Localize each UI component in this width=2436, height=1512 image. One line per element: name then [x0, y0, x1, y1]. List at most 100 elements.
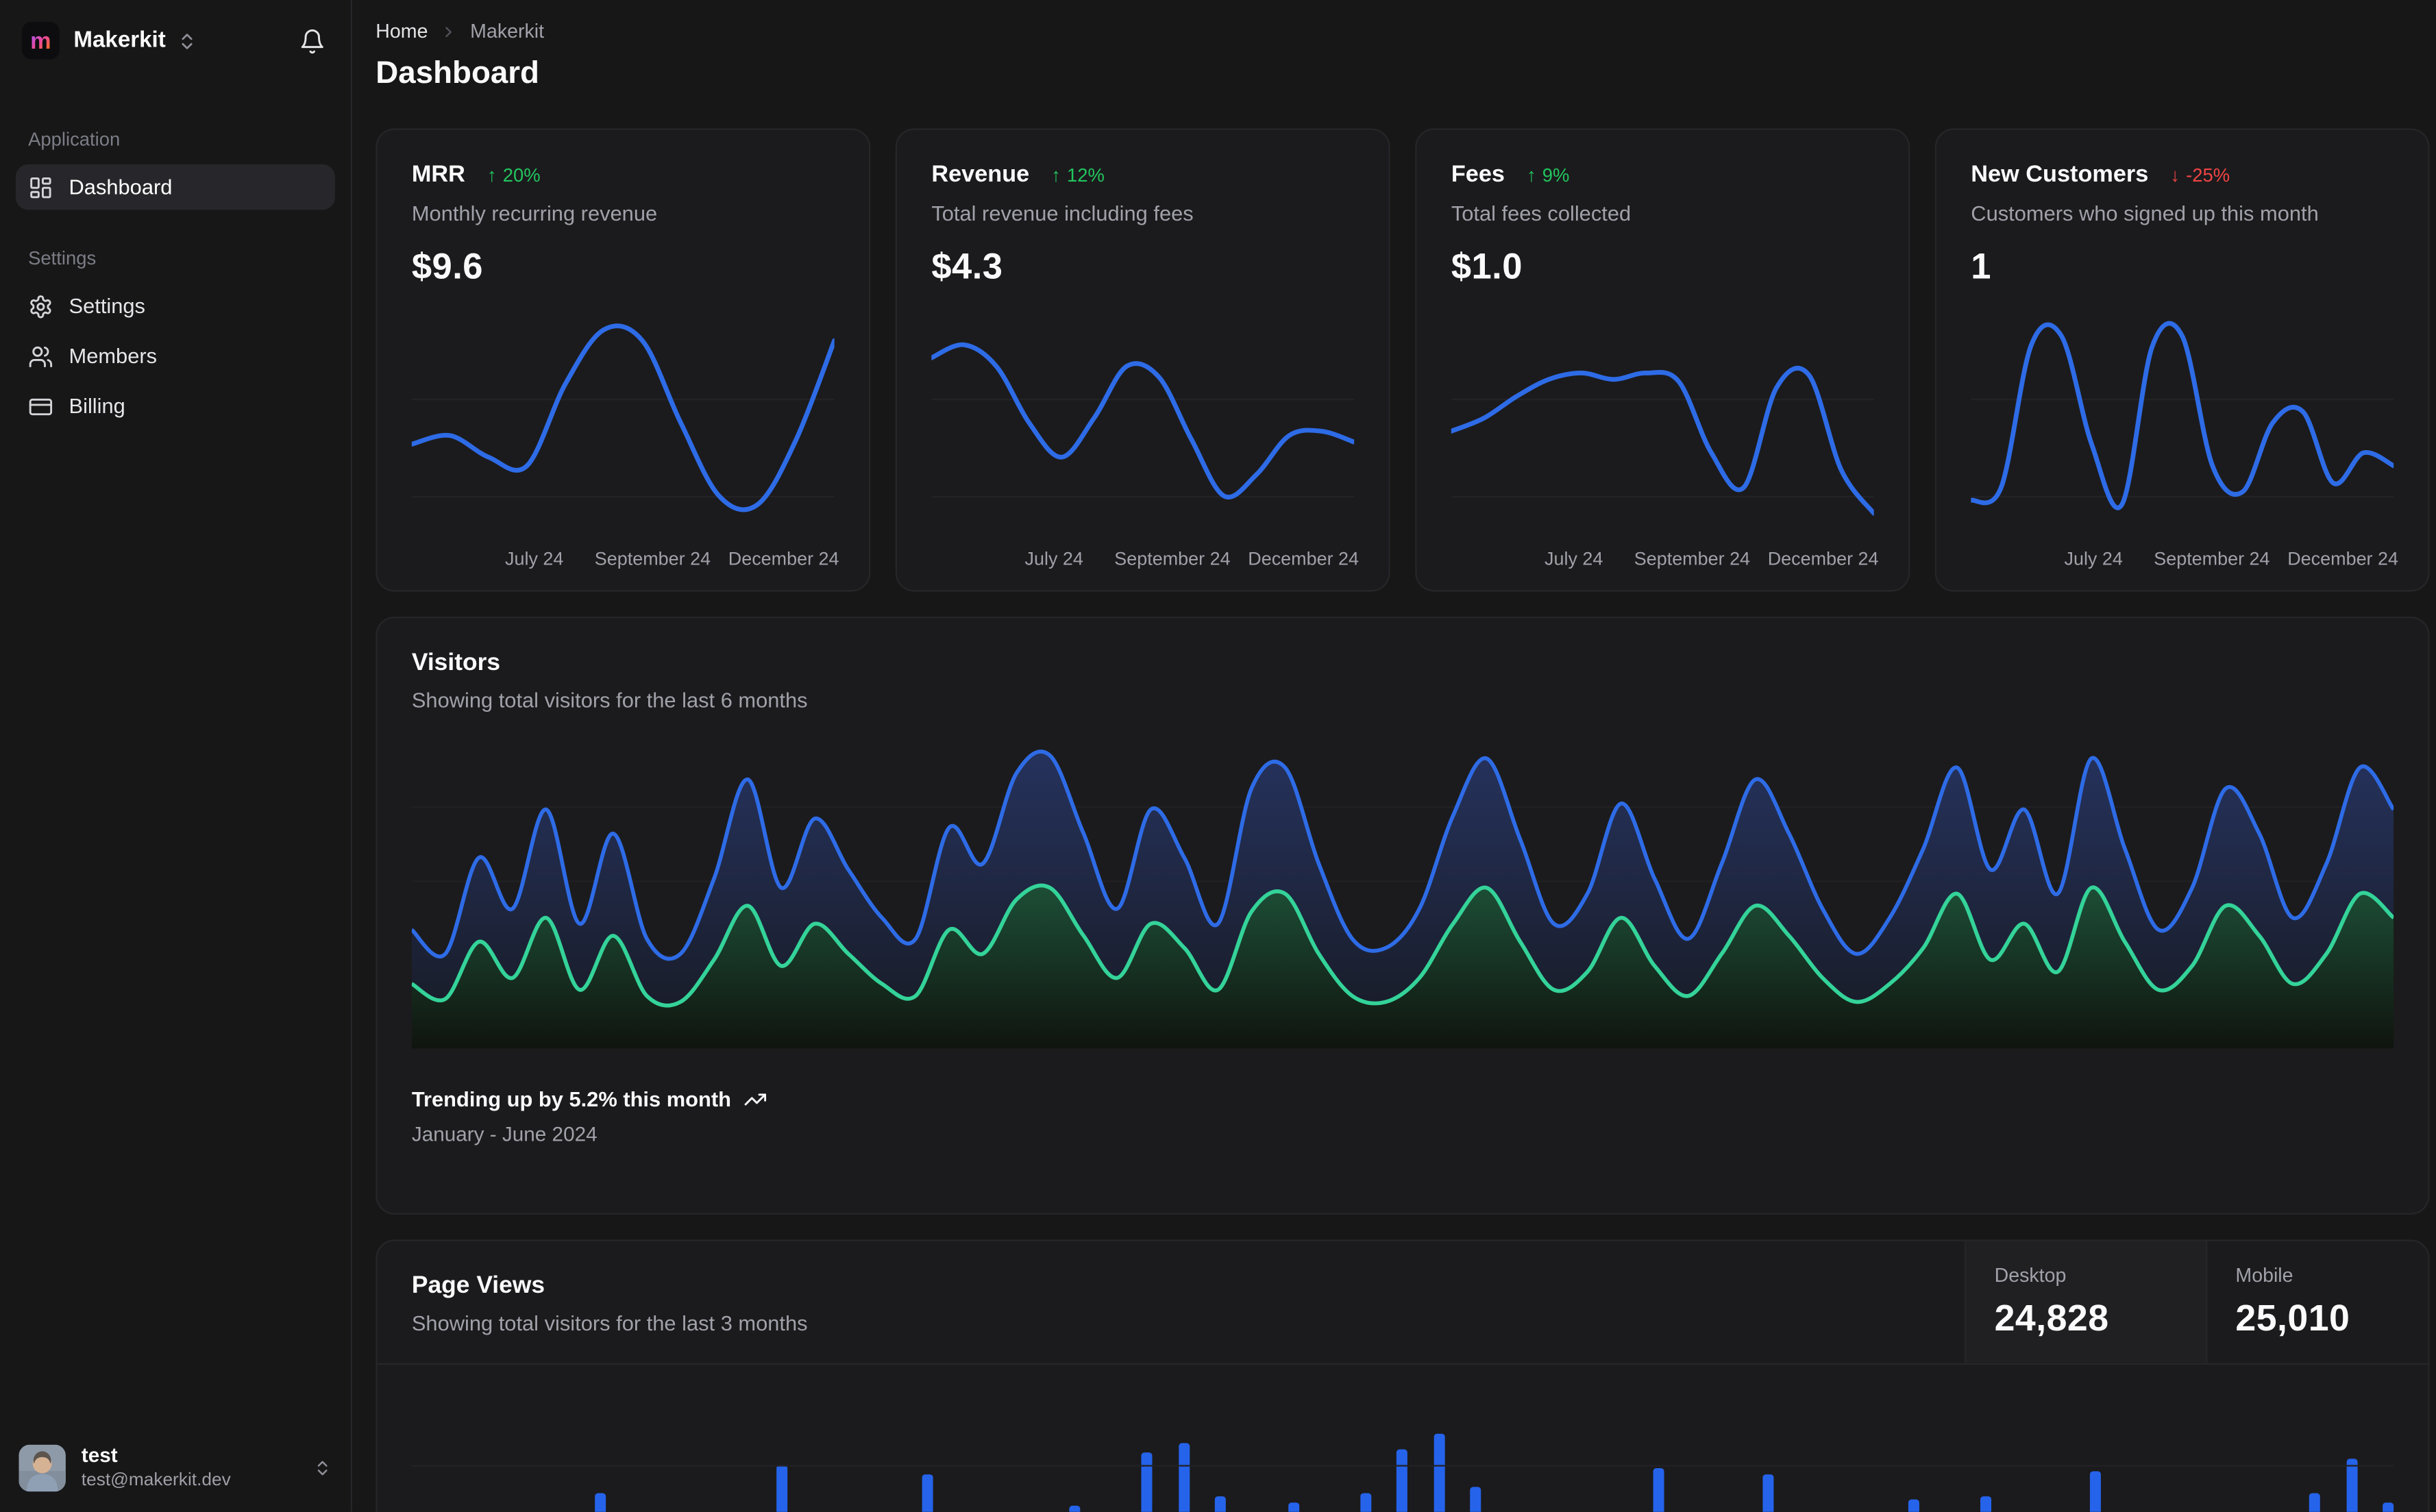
nav-section-application: Application Dashboard — [15, 128, 335, 210]
sidebar-header: m Makerkit — [0, 0, 351, 78]
spark-axis-label: December 24 — [1248, 547, 1360, 570]
page-title: Dashboard — [376, 56, 539, 91]
sidebar-item-dashboard[interactable]: Dashboard — [15, 164, 335, 210]
section-label-settings: Settings — [28, 247, 97, 269]
stat-value: $4.3 — [931, 245, 1003, 287]
visitors-footer-secondary: January - June 2024 — [411, 1122, 598, 1146]
stat-toggle-value: 24,828 — [1994, 1297, 2109, 1339]
page-views-header: Page Views Showing total visitors for th… — [377, 1241, 2428, 1365]
spark-axis-label: December 24 — [1767, 547, 1879, 570]
stat-toggle-mobile[interactable]: Mobile 25,010 — [2206, 1241, 2428, 1363]
notifications-button[interactable] — [299, 27, 325, 54]
trend-value: 20% — [502, 163, 541, 186]
dashboard-icon — [28, 175, 53, 200]
page-views-card: Page Views Showing total visitors for th… — [376, 1239, 2430, 1512]
sidebar-item-label: Members — [69, 344, 158, 368]
stat-trend-badge: ↑ 20% — [487, 164, 541, 186]
bar — [1652, 1467, 1664, 1512]
stat-description: Monthly recurring revenue — [411, 201, 658, 225]
bar — [1981, 1496, 1993, 1512]
makerkit-logo: m — [21, 21, 60, 60]
trend-arrow-icon: ↓ — [2170, 163, 2180, 186]
stat-value: $1.0 — [1451, 245, 1523, 287]
stat-toggle-value: 25,010 — [2235, 1297, 2350, 1339]
stat-toggle-desktop[interactable]: Desktop 24,828 — [1965, 1241, 2206, 1363]
bar — [1434, 1433, 1445, 1512]
user-avatar — [19, 1443, 66, 1491]
stat-card-mrr: MRR ↑ 20% Monthly recurring revenue $9.6… — [376, 128, 871, 592]
gridline — [411, 1465, 2394, 1467]
spark-axis-label: July 24 — [2064, 547, 2123, 570]
breadcrumb: Home Makerkit — [376, 21, 2429, 42]
spark-axis-label: September 24 — [1114, 547, 1231, 570]
stat-trend-badge: ↓ -25% — [2170, 164, 2230, 186]
main-content: Home Makerkit Dashboard MRR ↑ 20% Monthl… — [352, 0, 2436, 1512]
bar — [1142, 1452, 1153, 1512]
sparkline-chart — [1451, 307, 1874, 538]
workspace-switcher[interactable]: m Makerkit — [21, 21, 197, 60]
spark-axis-label: September 24 — [1634, 547, 1751, 570]
sparkline-chart — [411, 307, 835, 538]
visitors-footer: Trending up by 5.2% this month January -… — [411, 1087, 2394, 1146]
page-views-bar-chart — [411, 1365, 2394, 1512]
bar — [2090, 1471, 2102, 1512]
stat-cards-row: MRR ↑ 20% Monthly recurring revenue $9.6… — [376, 128, 2430, 592]
trending-up-icon — [743, 1088, 767, 1111]
bar — [922, 1474, 934, 1512]
spark-axis-label: July 24 — [505, 547, 564, 570]
sidebar-nav: Application Dashboard Settings Settings — [0, 128, 351, 466]
trend-value: 9% — [1542, 163, 1570, 186]
spark-axis-label: September 24 — [594, 547, 711, 570]
visitors-area-chart — [411, 739, 2394, 1049]
trend-arrow-icon: ↑ — [487, 163, 497, 186]
app-window: m Makerkit Application Dashboard Setting… — [0, 0, 2436, 1512]
trend-value: 12% — [1067, 163, 1105, 186]
spark-axis: July 24 September 24 December 24 — [412, 547, 839, 571]
stat-title: MRR — [411, 161, 465, 188]
bar — [2382, 1502, 2394, 1512]
stat-trend-badge: ↑ 12% — [1051, 164, 1105, 186]
bar — [1178, 1443, 1190, 1512]
user-name: test — [81, 1443, 118, 1467]
breadcrumb-home[interactable]: Home — [376, 21, 428, 42]
bar — [2346, 1459, 2357, 1512]
user-menu[interactable]: test test@makerkit.dev — [0, 1424, 351, 1512]
workspace-name: Makerkit — [73, 28, 166, 53]
user-email: test@makerkit.dev — [81, 1470, 231, 1490]
sidebar-item-billing[interactable]: Billing — [16, 384, 335, 429]
sidebar-item-settings[interactable]: Settings — [16, 284, 335, 329]
spark-axis-label: December 24 — [2287, 547, 2399, 570]
chevrons-up-down-icon — [177, 31, 197, 51]
spark-axis: July 24 September 24 December 24 — [1451, 547, 1879, 571]
nav-section-settings: Settings Settings Members Billing — [16, 247, 335, 429]
sidebar-item-members[interactable]: Members — [16, 334, 335, 379]
bar — [1762, 1474, 1773, 1512]
chevron-right-icon — [441, 23, 458, 40]
stat-card-revenue: Revenue ↑ 12% Total revenue including fe… — [895, 128, 1390, 592]
bar — [1360, 1493, 1372, 1512]
visitors-subtitle: Showing total visitors for the last 6 mo… — [411, 689, 808, 712]
credit-card-icon — [28, 394, 53, 419]
sidebar: m Makerkit Application Dashboard Setting… — [0, 0, 353, 1512]
page-views-subtitle: Showing total visitors for the last 3 mo… — [411, 1311, 808, 1335]
stat-toggle-label: Desktop — [1994, 1264, 2067, 1287]
stat-card-new-customers: New Customers ↓ -25% Customers who signe… — [1934, 128, 2430, 592]
sidebar-item-label: Settings — [69, 294, 145, 318]
spark-axis-label: December 24 — [728, 547, 839, 570]
bar — [1397, 1449, 1408, 1512]
section-label-application: Application — [28, 128, 121, 151]
breadcrumb-current: Makerkit — [470, 20, 545, 42]
page-views-title: Page Views — [411, 1272, 545, 1300]
logo-letter: m — [30, 27, 51, 54]
spark-axis-label: July 24 — [1024, 547, 1083, 570]
trend-value: -25% — [2186, 163, 2230, 186]
sidebar-item-label: Dashboard — [69, 175, 173, 199]
stat-title: Fees — [1451, 161, 1505, 188]
sidebar-item-label: Billing — [69, 394, 125, 418]
sparkline-chart — [931, 307, 1355, 538]
bell-icon — [299, 27, 325, 54]
visitors-footer-primary: Trending up by 5.2% this month — [411, 1087, 731, 1112]
stat-title: Revenue — [931, 161, 1030, 188]
spark-axis-label: September 24 — [2154, 547, 2270, 570]
stat-card-fees: Fees ↑ 9% Total fees collected $1.0 July… — [1415, 128, 1910, 592]
